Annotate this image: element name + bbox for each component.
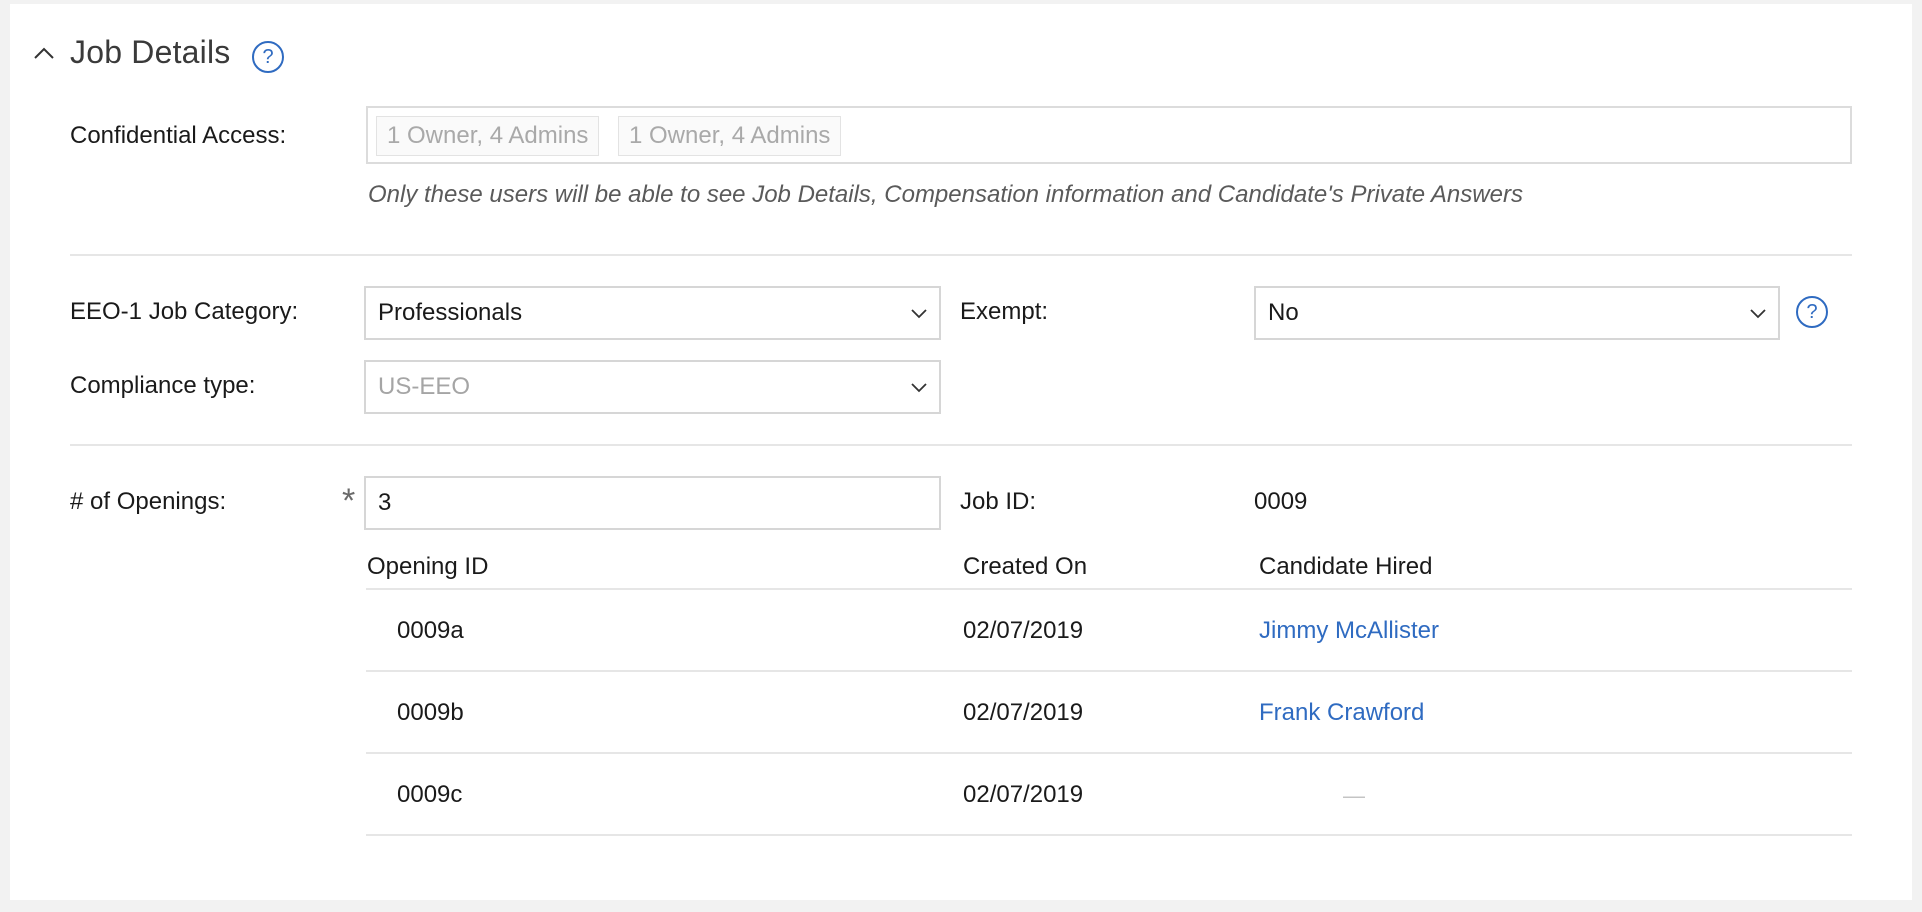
eeo-category-label: EEO-1 Job Category:	[70, 298, 299, 325]
no-candidate-dash: —	[1343, 783, 1365, 808]
openings-label: # of Openings:	[70, 488, 227, 515]
opening-id-cell: 0009b	[397, 699, 464, 726]
column-header-candidate-hired[interactable]: Candidate Hired	[1259, 553, 1432, 581]
exempt-help-icon[interactable]: ?	[1796, 296, 1828, 328]
divider	[70, 254, 1852, 256]
column-header-opening-id[interactable]: Opening ID	[367, 553, 488, 581]
compliance-type-label: Compliance type:	[70, 372, 256, 399]
exempt-value: No	[1268, 299, 1299, 326]
confidential-hint: Only these users will be able to see Job…	[368, 181, 1523, 208]
required-asterisk: *	[342, 482, 356, 520]
job-id-value: 0009	[1254, 488, 1308, 515]
candidate-link[interactable]: Frank Crawford	[1259, 699, 1424, 727]
openings-input[interactable]: 3	[364, 476, 941, 530]
section-title: Job Details	[70, 34, 231, 70]
exempt-select[interactable]: No	[1254, 286, 1780, 340]
exempt-label: Exempt:	[960, 298, 1049, 325]
row-divider	[366, 752, 1852, 754]
opening-id-cell: 0009c	[397, 781, 463, 808]
candidate-link[interactable]: Jimmy McAllister	[1259, 617, 1439, 645]
created-on-cell: 02/07/2019	[963, 781, 1084, 808]
compliance-type-select[interactable]: US-EEO	[364, 360, 941, 414]
help-icon[interactable]: ?	[252, 41, 284, 73]
chevron-down-icon	[911, 309, 927, 319]
divider	[70, 444, 1852, 446]
eeo-category-value: Professionals	[378, 299, 523, 326]
chevron-down-icon	[1750, 309, 1766, 319]
row-divider	[366, 834, 1852, 836]
job-id-label: Job ID:	[960, 488, 1037, 515]
confidential-access-field[interactable]: 1 Owner, 4 Admins 1 Owner, 4 Admins	[366, 106, 1852, 164]
compliance-type-value: US-EEO	[378, 373, 471, 400]
created-on-cell: 02/07/2019	[963, 617, 1084, 644]
row-divider	[366, 670, 1852, 672]
opening-id-cell: 0009a	[397, 617, 464, 644]
row-divider	[366, 588, 1852, 590]
chevron-up-icon[interactable]	[32, 41, 56, 65]
eeo-category-select[interactable]: Professionals	[364, 286, 941, 340]
job-details-panel: Job Details ? Confidential Access: 1 Own…	[10, 4, 1912, 900]
column-header-created-on[interactable]: Created On	[963, 553, 1087, 581]
chevron-down-icon	[911, 383, 927, 393]
created-on-cell: 02/07/2019	[963, 699, 1084, 726]
confidential-access-label: Confidential Access:	[70, 122, 287, 149]
access-chip[interactable]: 1 Owner, 4 Admins	[618, 116, 842, 156]
access-chip[interactable]: 1 Owner, 4 Admins	[376, 116, 600, 156]
